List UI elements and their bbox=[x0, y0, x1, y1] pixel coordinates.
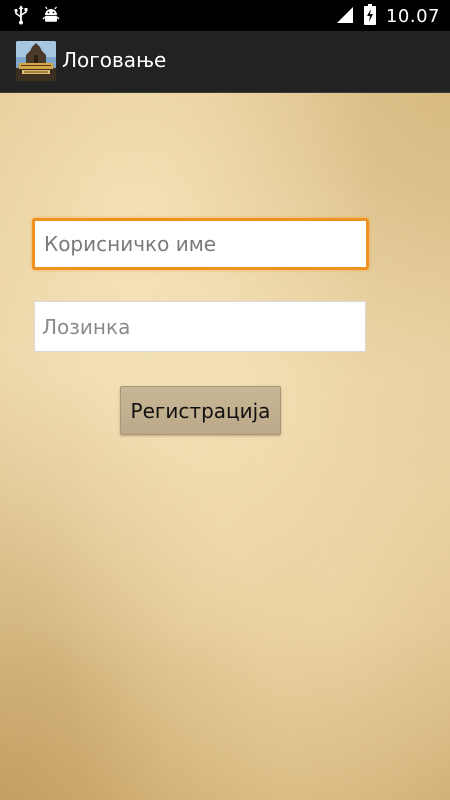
android-debug-icon bbox=[42, 5, 60, 29]
battery-charging-icon bbox=[363, 4, 376, 29]
username-input[interactable]: Корисничко име bbox=[32, 218, 369, 270]
signal-icon bbox=[336, 6, 354, 28]
password-input[interactable]: Лозинка bbox=[34, 301, 366, 352]
page-title: Логовање bbox=[62, 48, 167, 72]
app-logo-icon[interactable] bbox=[16, 41, 56, 81]
usb-icon bbox=[14, 5, 28, 29]
action-bar: Логовање bbox=[0, 31, 450, 94]
register-button[interactable]: Регистрација bbox=[120, 386, 281, 435]
content-area bbox=[0, 93, 450, 800]
status-bar: 10.07 bbox=[0, 0, 450, 31]
login-screen: 10.07 Логовање Корисничко име Лозинка Ре… bbox=[0, 0, 450, 800]
status-clock: 10.07 bbox=[385, 6, 440, 27]
